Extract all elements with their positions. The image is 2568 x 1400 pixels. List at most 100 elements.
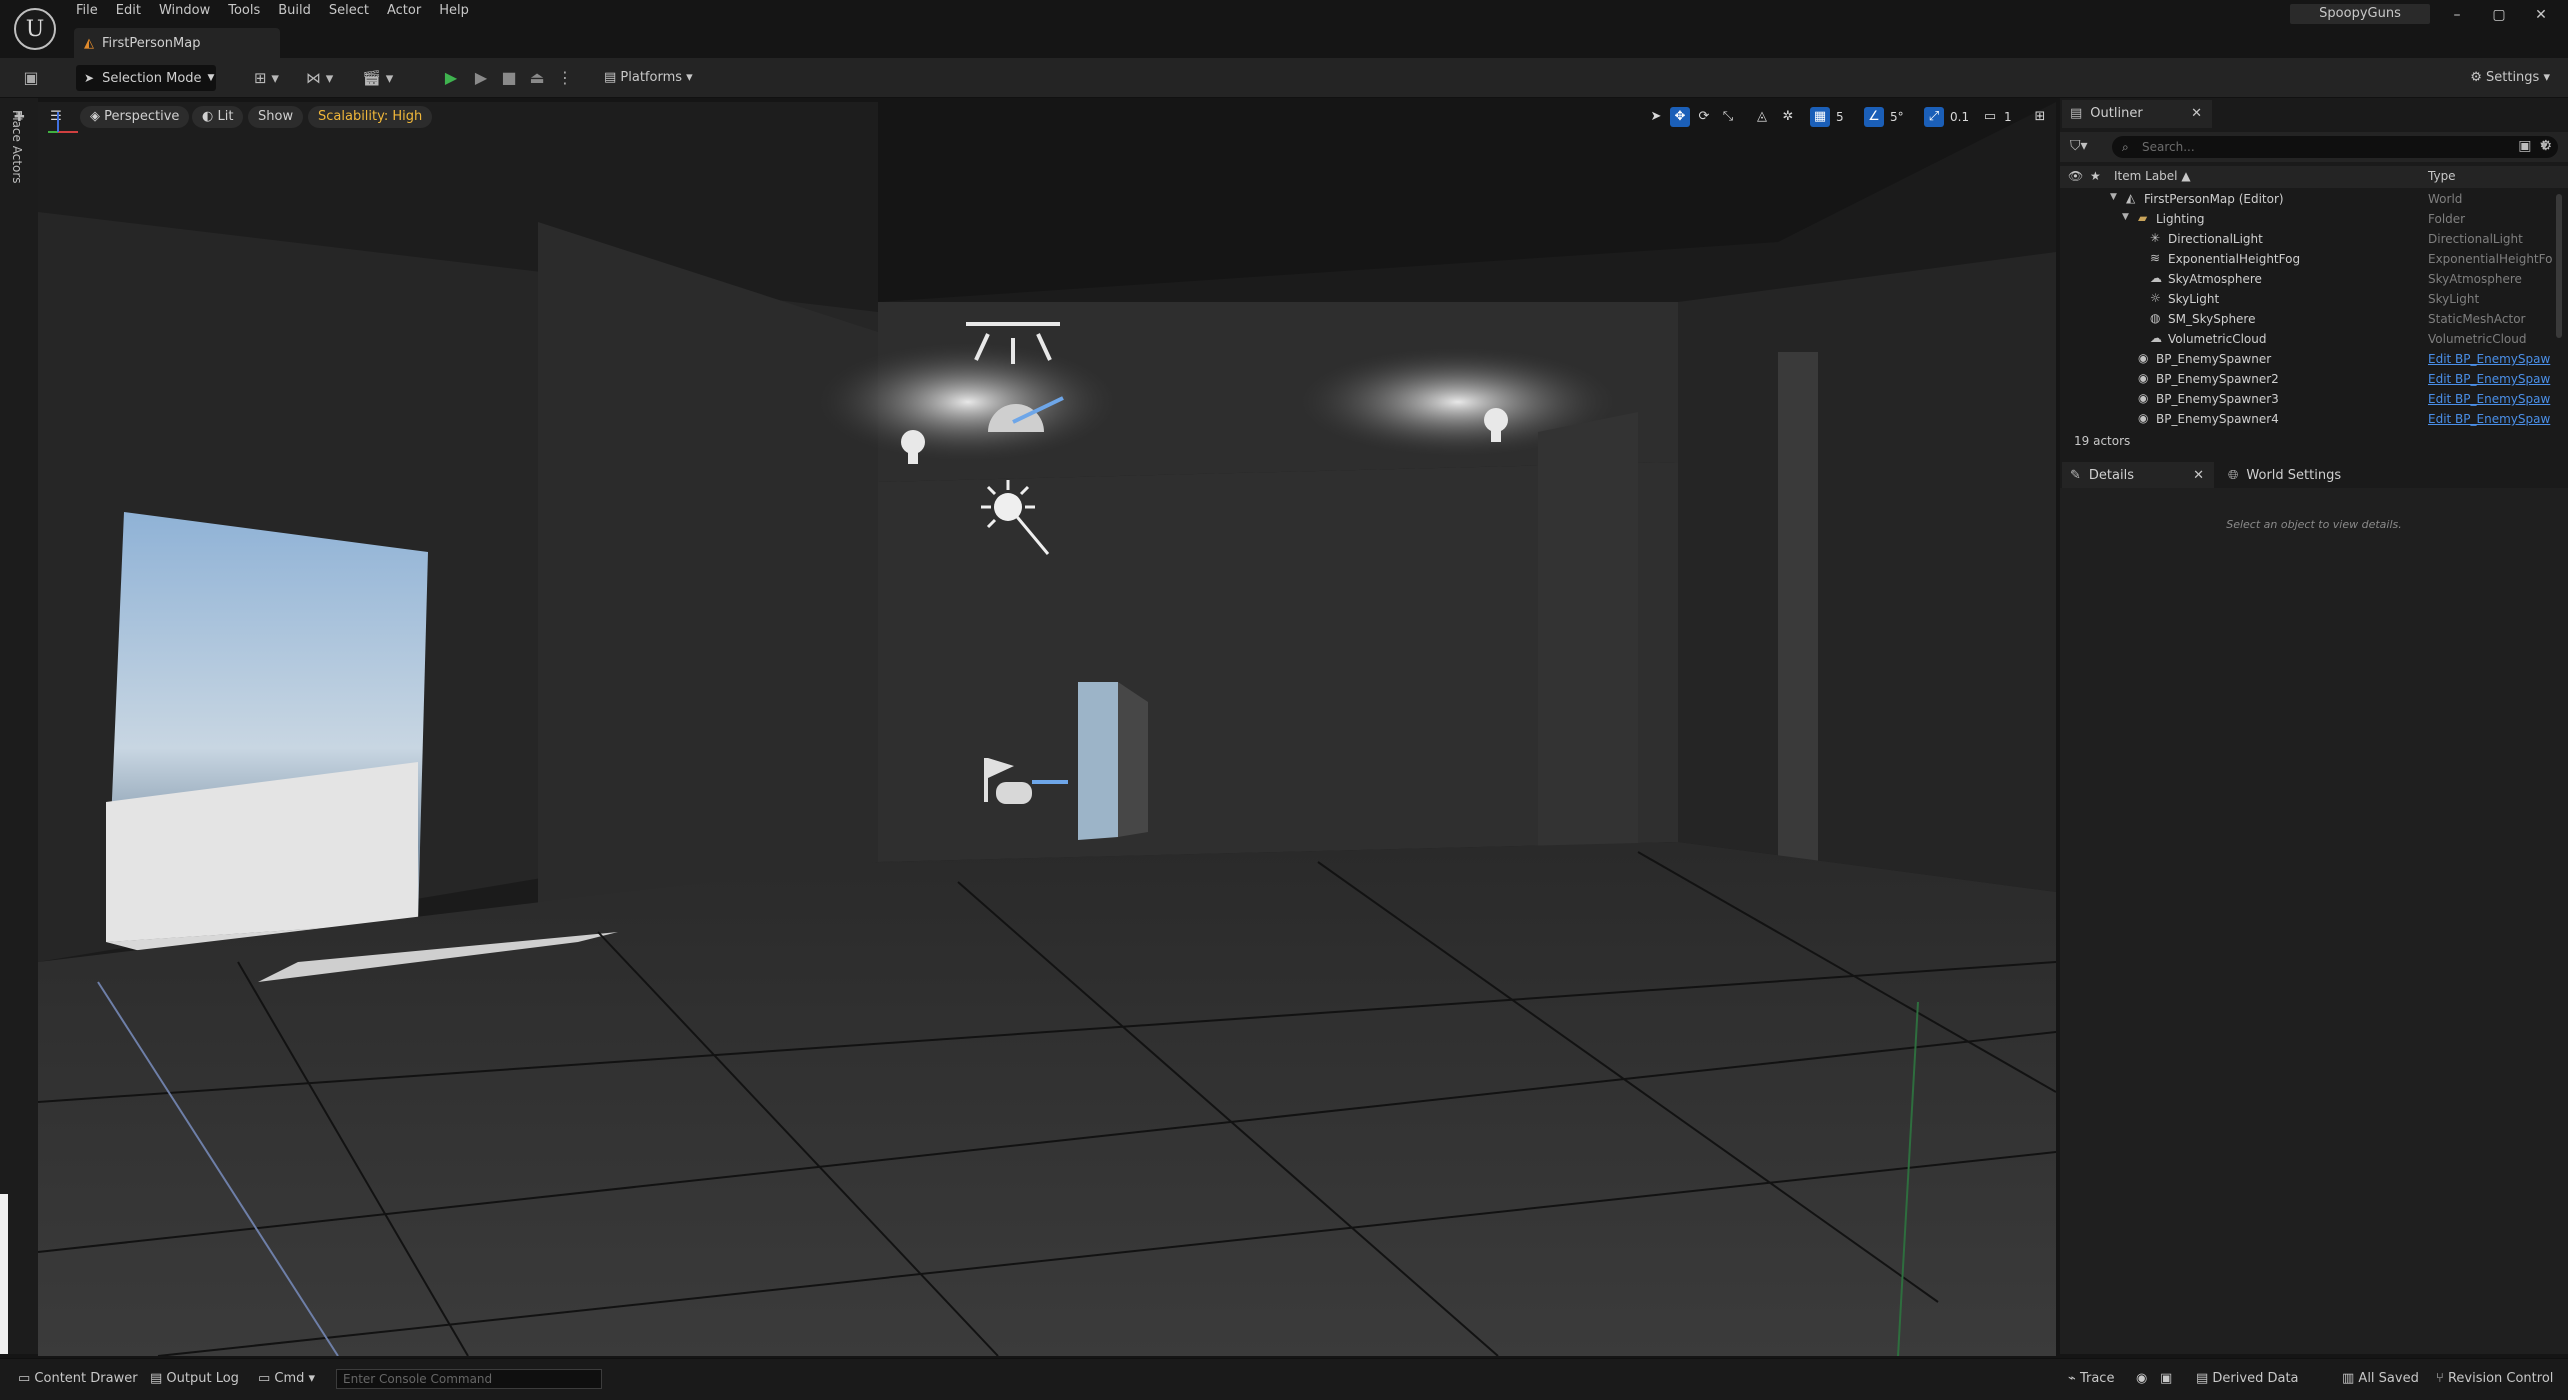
content-drawer-button[interactable]: ▭ Content Drawer [18, 1367, 138, 1391]
eject-icon[interactable]: ⏏ [526, 67, 548, 89]
menu-actor[interactable]: Actor [383, 0, 435, 24]
outliner-row[interactable]: ◉ BP_EnemySpawner4 Edit BP_EnemySpaw [2060, 410, 2556, 426]
menu-tools[interactable]: Tools [224, 0, 274, 24]
outliner-row-type: World [2428, 192, 2463, 206]
menu-file[interactable]: File [72, 0, 112, 24]
perspective-label: Perspective [104, 109, 180, 124]
menu-edit[interactable]: Edit [112, 0, 155, 24]
outliner-row[interactable]: ▼ ◭ FirstPersonMap (Editor) World [2060, 190, 2556, 210]
record-icon[interactable]: ◉ [2136, 1367, 2147, 1391]
tab-world-settings[interactable]: 🌐︎ World Settings [2220, 462, 2380, 490]
add-actor-icon[interactable]: ⊞ ▾ [254, 67, 279, 89]
col-label-text: Item Label [2114, 169, 2178, 183]
grid-snap-value[interactable]: 5 [1836, 107, 1844, 127]
derived-data-button[interactable]: ▤ Derived Data [2196, 1367, 2299, 1391]
filter-icon[interactable]: ⛉▾ [2070, 138, 2088, 154]
scalability-badge[interactable]: Scalability: High [308, 106, 433, 128]
pencil-icon: ✎ [2070, 468, 2081, 483]
details-label: Details [2088, 468, 2134, 483]
grid-snap-icon[interactable]: ▦ [1810, 107, 1830, 127]
blueprint-menu-icon[interactable]: ⋈ ▾ [306, 67, 333, 89]
unreal-logo-icon[interactable]: U [14, 8, 56, 50]
close-icon[interactable]: ✕ [2191, 100, 2202, 128]
scale-tool-icon[interactable]: ⤡ [1718, 107, 1738, 127]
platforms-button[interactable]: ▤ Platforms ▾ [604, 67, 693, 89]
outliner-header: 👁︎ ★ Item Label ▲ Type [2060, 166, 2568, 188]
star-icon[interactable]: ★ [2090, 169, 2101, 183]
rotation-snap-value[interactable]: 5° [1890, 107, 1904, 127]
menu-build[interactable]: Build [274, 0, 325, 24]
play-icon[interactable]: ▶ [440, 67, 462, 89]
close-button[interactable]: ✕ [2520, 0, 2562, 30]
outliner-row[interactable]: ✳ DirectionalLight DirectionalLight [2060, 230, 2556, 250]
outliner-row-label: DirectionalLight [2168, 232, 2263, 246]
minimize-button[interactable]: – [2436, 0, 2478, 30]
place-actors-tab[interactable]: Place Actors [10, 110, 24, 184]
outliner-row[interactable]: ◉ BP_EnemySpawner Edit BP_EnemySpaw [2060, 350, 2556, 370]
outliner-row[interactable]: ◉ BP_EnemySpawner2 Edit BP_EnemySpaw [2060, 370, 2556, 390]
tab-first-person-map[interactable]: ◭ FirstPersonMap [74, 28, 280, 58]
world-local-icon[interactable]: ◬ [1752, 107, 1772, 127]
outliner-row[interactable]: ◉ BP_EnemySpawner3 Edit BP_EnemySpaw [2060, 390, 2556, 410]
revision-control-button[interactable]: ⑂ Revision Control [2436, 1367, 2553, 1391]
camera-speed-icon[interactable]: ▭ [1980, 107, 2000, 127]
edit-blueprint-link[interactable]: Edit BP_EnemySpaw [2428, 352, 2552, 366]
maximize-button[interactable]: ▢ [2478, 0, 2520, 30]
tab-details[interactable]: ✎ Details ✕ [2062, 462, 2214, 490]
edit-blueprint-link[interactable]: Edit BP_EnemySpaw [2428, 392, 2552, 406]
settings-button[interactable]: ⚙ Settings ▾ [2470, 67, 2550, 89]
tab-outliner[interactable]: ▤ Outliner ✕ [2062, 100, 2212, 128]
outliner-row[interactable]: ≋ ExponentialHeightFog ExponentialHeightFo… [2060, 250, 2556, 270]
menu-help[interactable]: Help [435, 0, 483, 24]
outliner-row[interactable]: ☼ SkyLight SkyLight [2060, 290, 2556, 310]
cmd-dropdown[interactable]: ▭ Cmd ▾ [258, 1367, 315, 1391]
expand-arrow-icon[interactable]: ▼ [2122, 212, 2129, 222]
outliner-row[interactable]: ◍ SM_SkySphere StaticMeshActor [2060, 310, 2556, 330]
visibility-icon[interactable]: 👁︎ [2068, 169, 2083, 183]
advance-frame-icon[interactable]: ▶︎ [470, 67, 492, 89]
camera-icon[interactable]: ▣ [2160, 1367, 2172, 1391]
close-icon[interactable]: ✕ [2193, 462, 2204, 490]
rotation-snap-icon[interactable]: ∠ [1864, 107, 1884, 127]
camera-speed-value[interactable]: 1 [2004, 107, 2012, 127]
outliner-row[interactable]: ☁ SkyAtmosphere SkyAtmosphere [2060, 270, 2556, 290]
trace-button[interactable]: ⌁ Trace [2068, 1367, 2114, 1391]
column-item-label[interactable]: Item Label ▲ [2114, 169, 2191, 183]
edit-blueprint-link[interactable]: Edit BP_EnemySpaw [2428, 372, 2552, 386]
outliner-scrollbar[interactable] [2556, 194, 2562, 338]
trace-icon: ⌁ [2068, 1371, 2080, 1386]
column-type[interactable]: Type [2428, 169, 2456, 183]
outliner-row[interactable]: ▼ ▰ Lighting Folder [2060, 210, 2556, 230]
more-options-icon[interactable]: ⋮ [554, 67, 576, 89]
search-placeholder: Search... [2142, 140, 2195, 154]
edit-blueprint-link[interactable]: Edit BP_EnemySpaw [2428, 412, 2552, 426]
sky-atmosphere-icon: ☁ [2150, 271, 2162, 285]
menu-select[interactable]: Select [325, 0, 383, 24]
scale-snap-icon[interactable]: ⤢ [1924, 107, 1944, 127]
output-log-button[interactable]: ▤ Output Log [150, 1367, 239, 1391]
outliner-search-input[interactable]: ⌕ Search... ▼ [2112, 136, 2558, 158]
stop-icon[interactable]: ■ [498, 67, 520, 89]
save-icon[interactable]: ▣ [20, 67, 42, 89]
scale-snap-value[interactable]: 0.1 [1950, 107, 1969, 127]
all-saved-label: All Saved [2358, 1371, 2419, 1386]
translate-tool-icon[interactable]: ✥ [1670, 107, 1690, 127]
cinematics-icon[interactable]: 🎬︎ ▾ [362, 67, 393, 89]
console-command-input[interactable]: Enter Console Command [336, 1369, 602, 1389]
level-viewport[interactable]: ☰ ◈ Perspective ◐ Lit Show Scalability: … [38, 102, 2056, 1356]
perspective-button[interactable]: ◈ Perspective [80, 106, 190, 128]
expand-arrow-icon[interactable]: ▼ [2110, 192, 2117, 202]
lit-button[interactable]: ◐ Lit [192, 106, 244, 128]
platforms-icon: ▤ [604, 70, 621, 85]
show-button[interactable]: Show [248, 106, 304, 128]
outliner-row[interactable]: ☁ VolumetricCloud VolumetricCloud [2060, 330, 2556, 350]
menu-window[interactable]: Window [155, 0, 224, 24]
selection-mode-button[interactable]: ➤ Selection Mode ▼ [76, 65, 216, 91]
select-tool-icon[interactable]: ➤ [1646, 107, 1666, 127]
outliner-settings-icon[interactable]: ▣⚙ [2518, 138, 2560, 154]
surface-snap-icon[interactable]: ✲ [1778, 107, 1798, 127]
rotate-tool-icon[interactable]: ⟳ [1694, 107, 1714, 127]
viewport-layout-icon[interactable]: ⊞ [2030, 107, 2050, 127]
all-saved-button[interactable]: ▥ All Saved [2342, 1367, 2419, 1391]
cmd-label: Cmd [274, 1371, 305, 1386]
